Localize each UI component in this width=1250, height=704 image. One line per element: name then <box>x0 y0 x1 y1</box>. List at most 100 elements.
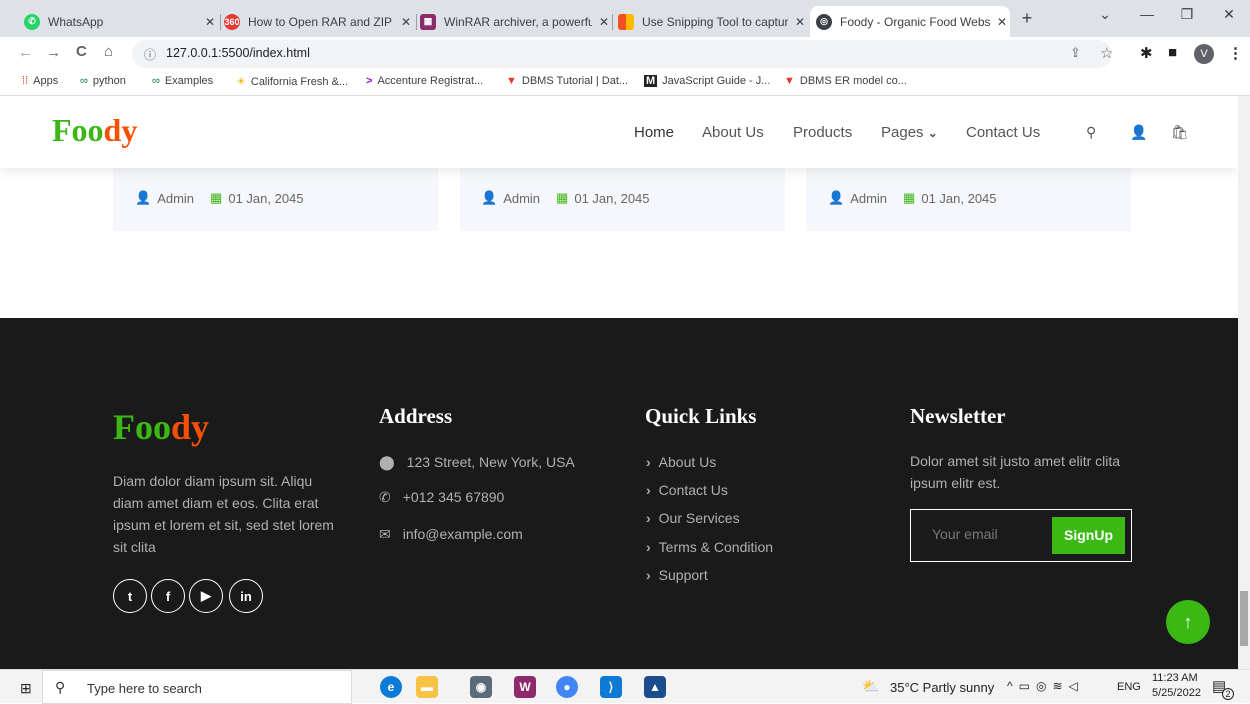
bookmark-apps[interactable]: ⁞⁞ Apps <box>22 75 58 87</box>
bookmark-accenture[interactable]: > Accenture Registrat... <box>366 75 483 87</box>
windows-taskbar: ⊞ ⚲ Type here to search e ▬ ◉ W ● ⟩ ▲ ⛅ … <box>0 669 1250 704</box>
bookmark-dbms-tutorial[interactable]: ▼ DBMS Tutorial | Dat... <box>506 75 628 87</box>
apps-grid-icon: ⁞⁞ <box>22 75 29 87</box>
bookmark-javascript[interactable]: M JavaScript Guide - J... <box>644 75 770 87</box>
windows-start-icon[interactable]: ⊞ <box>20 680 32 697</box>
email-input[interactable]: Your email <box>932 526 998 542</box>
maximize-button[interactable]: ❐ <box>1172 6 1202 23</box>
user-icon[interactable]: 👤 <box>1130 124 1147 141</box>
tab-winrar[interactable]: ▦ WinRAR archiver, a powerful ✕ <box>414 6 612 37</box>
map-marker-icon: ⬤ <box>379 454 395 470</box>
chevron-right-icon: › <box>646 539 651 555</box>
close-tab-icon[interactable]: ✕ <box>398 15 414 29</box>
profile-avatar[interactable]: V <box>1194 44 1214 64</box>
search-icon: ⚲ <box>55 679 66 695</box>
forward-icon[interactable]: → <box>46 44 61 61</box>
close-tab-icon[interactable]: ✕ <box>792 15 808 29</box>
chevron-down-icon: ⌄ <box>927 126 938 140</box>
footer-about-text: Diam dolor diam ipsum sit. Aliqu diam am… <box>113 473 334 555</box>
site-footer: Foody Diam dolor diam ipsum sit. Aliqu d… <box>0 318 1238 669</box>
page-scrollbar[interactable] <box>1238 96 1250 669</box>
quick-link-support[interactable]: › Support <box>646 567 708 583</box>
language-indicator[interactable]: ENG <box>1117 681 1141 693</box>
nav-contact[interactable]: Contact Us <box>966 124 1040 141</box>
quick-link-about[interactable]: › About Us <box>646 454 716 470</box>
back-to-top-button[interactable]: ↑ <box>1166 600 1210 644</box>
tab-search-icon[interactable]: ⌄ <box>1090 6 1120 23</box>
newsletter-form: Your email SignUp <box>910 509 1132 562</box>
scrollbar-thumb[interactable] <box>1240 591 1248 646</box>
twitter-icon[interactable]: t <box>113 579 147 613</box>
bookmark-dbms-er[interactable]: ▼ DBMS ER model co... <box>784 75 907 87</box>
envelope-icon: ✉ <box>379 526 391 542</box>
close-tab-icon[interactable]: ✕ <box>596 15 612 29</box>
signup-button[interactable]: SignUp <box>1052 517 1125 554</box>
calendar-icon: ▦ <box>903 190 916 205</box>
bookmark-examples[interactable]: ∞ Examples <box>152 75 213 87</box>
arrow-up-icon: ↑ <box>1183 611 1193 632</box>
home-icon[interactable]: ⌂ <box>104 43 113 60</box>
tab-snipping[interactable]: Use Snipping Tool to capture ✕ <box>612 6 808 37</box>
url-text[interactable]: 127.0.0.1:5500/index.html <box>166 46 310 60</box>
minimize-button[interactable]: — <box>1132 6 1162 22</box>
reload-icon[interactable]: C <box>76 43 87 60</box>
quick-link-services[interactable]: › Our Services <box>646 510 740 526</box>
tray-icons[interactable]: ^▭◎≋◁ <box>1007 679 1084 693</box>
photos-icon[interactable]: ▲ <box>644 676 666 698</box>
search-icon[interactable]: ⚲ <box>1086 124 1096 141</box>
back-icon[interactable]: ← <box>18 44 33 61</box>
newsletter-title: Newsletter <box>910 404 1006 428</box>
new-tab-button[interactable]: + <box>1012 8 1042 29</box>
chevron-right-icon: › <box>646 454 651 470</box>
bookmark-california[interactable]: ☀ California Fresh &... <box>236 75 348 89</box>
weather-text[interactable]: 35°C Partly sunny <box>890 680 994 695</box>
clock-date[interactable]: 5/25/2022 <box>1152 687 1201 699</box>
nav-products[interactable]: Products <box>793 124 852 141</box>
taskbar-search[interactable]: ⚲ Type here to search <box>42 670 352 704</box>
vscode-icon[interactable]: ⟩ <box>600 676 622 698</box>
newsletter-text: Dolor amet sit justo amet elitr clita ip… <box>910 453 1121 491</box>
tab-rar[interactable]: 360 How to Open RAR and ZIP Fi ✕ <box>218 6 414 37</box>
menu-icon[interactable]: ⋮ <box>1228 44 1243 62</box>
shopping-bag-icon[interactable]: 🛍 <box>1171 124 1189 141</box>
nav-home[interactable]: Home <box>634 124 674 141</box>
close-window-button[interactable]: ✕ <box>1214 6 1244 23</box>
tab-foody-active[interactable]: ◎ Foody - Organic Food Webs ✕ <box>810 6 1010 37</box>
address-line: ⬤ 123 Street, New York, USA <box>379 454 575 470</box>
share-icon[interactable]: ⇪ <box>1070 45 1081 61</box>
file-explorer-icon[interactable]: ▬ <box>416 676 438 698</box>
nav-pages[interactable]: Pages ⌄ <box>881 124 938 141</box>
clock-time[interactable]: 11:23 AM <box>1152 672 1198 684</box>
site-navbar: Foody Home About Us Products Pages ⌄ Con… <box>0 96 1238 168</box>
camera-icon[interactable]: ◉ <box>470 676 492 698</box>
footer-logo[interactable]: Foody <box>113 406 209 448</box>
close-tab-icon[interactable]: ✕ <box>994 15 1010 29</box>
link-icon: ∞ <box>152 75 160 87</box>
notification-count: 2 <box>1222 688 1234 700</box>
bookmark-star-icon[interactable]: ☆ <box>1100 44 1113 62</box>
site-logo[interactable]: Foody <box>52 112 137 149</box>
whatsapp-icon: ✆ <box>24 13 40 30</box>
youtube-icon[interactable]: ▶ <box>189 579 223 613</box>
bookmark-python[interactable]: ∞ python <box>80 75 126 87</box>
close-tab-icon[interactable]: ✕ <box>202 15 218 29</box>
globe-icon: ◎ <box>816 13 832 30</box>
chrome-icon[interactable]: ● <box>556 676 578 698</box>
facebook-icon[interactable]: f <box>151 579 185 613</box>
sidepanel-icon[interactable]: ■ <box>1168 44 1177 61</box>
quick-link-contact[interactable]: › Contact Us <box>646 482 728 498</box>
edge-icon[interactable]: e <box>380 676 402 698</box>
weather-icon: ⛅ <box>862 678 880 694</box>
info-icon: ⓘ <box>144 48 157 62</box>
extensions-icon[interactable]: ✱ <box>1140 44 1153 62</box>
user-icon: 👤 <box>481 190 498 205</box>
linkedin-icon[interactable]: in <box>229 579 263 613</box>
tab-whatsapp[interactable]: ✆ WhatsApp ✕ <box>18 6 218 37</box>
nav-about[interactable]: About Us <box>702 124 764 141</box>
user-icon: 👤 <box>135 190 152 205</box>
sun-icon: ☀ <box>236 76 246 88</box>
tutorial-icon: ▼ <box>506 75 517 87</box>
winrar-taskbar-icon[interactable]: W <box>514 676 536 698</box>
winrar-icon: ▦ <box>420 13 436 30</box>
quick-link-terms[interactable]: › Terms & Condition <box>646 539 773 555</box>
